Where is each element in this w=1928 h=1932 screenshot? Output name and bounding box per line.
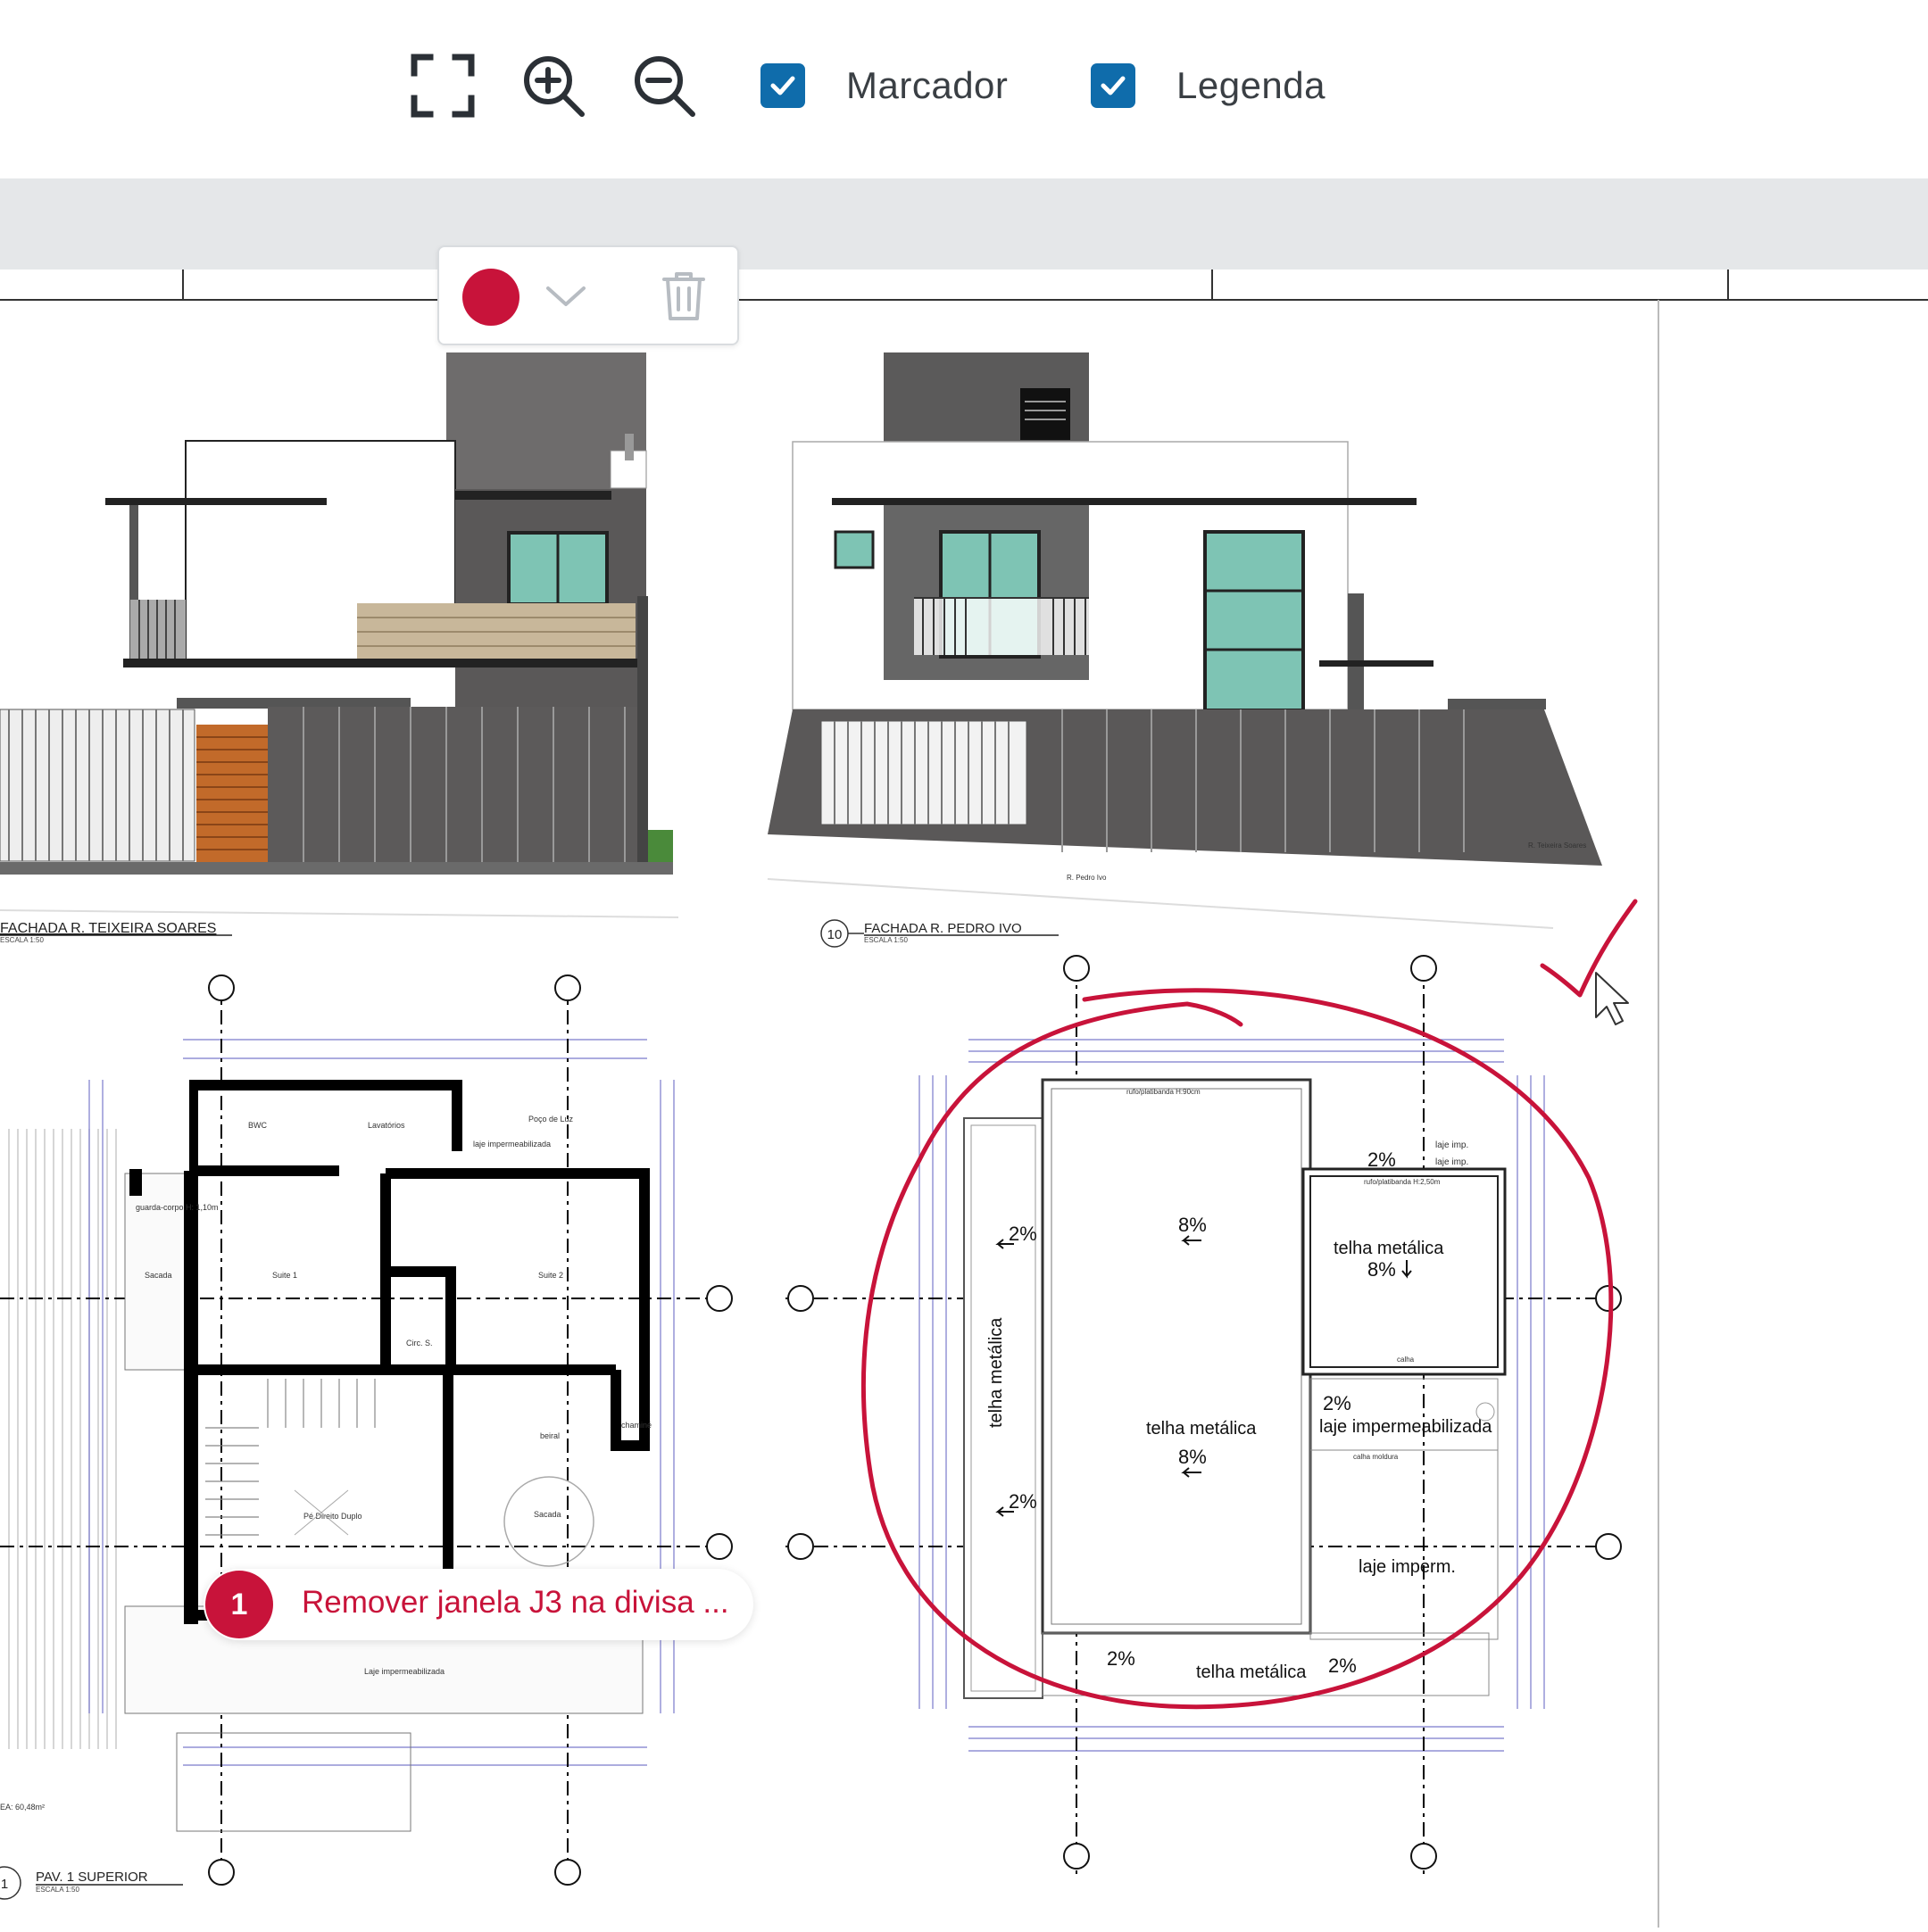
chevron-down-icon[interactable]	[539, 270, 593, 320]
room-label: BWC	[248, 1121, 267, 1130]
room-label: Circ. S.	[406, 1339, 433, 1347]
room-label: beiral	[540, 1431, 560, 1440]
annotation-marker[interactable]: 1 Remover janela J3 na divisa ...	[204, 1569, 753, 1640]
elevation-scale: ESCALA 1:50	[0, 936, 44, 944]
fullscreen-icon[interactable]	[409, 52, 477, 120]
marker-text: Remover janela J3 na divisa ...	[302, 1585, 729, 1620]
floor-plan: BWC Lavatórios Poço de Luz laje impermea…	[0, 974, 733, 1900]
marker-number-badge[interactable]: 1	[205, 1571, 273, 1638]
slope-label: 2%	[1107, 1647, 1135, 1670]
slope-label: 2%	[1323, 1392, 1351, 1414]
legenda-checkbox[interactable]: Legenda	[1091, 57, 1326, 114]
roof-label: laje imp.	[1435, 1140, 1468, 1150]
roof-label: telha metálica	[1334, 1239, 1444, 1258]
room-label: Suite 2	[538, 1271, 563, 1280]
roof-label: telha metálica	[1146, 1419, 1257, 1439]
slope-label: 8%	[1178, 1214, 1207, 1236]
room-label: chaminé	[621, 1421, 652, 1430]
roof-label: telha metálica	[986, 1317, 1006, 1428]
marcador-label: Marcador	[846, 64, 1009, 106]
room-label: laje impermeabilizada	[473, 1140, 551, 1148]
roof-note: rufo/platibanda H:2,50m	[1364, 1178, 1441, 1186]
marcador-checkbox[interactable]: Marcador	[760, 57, 1008, 114]
slope-label: 2%	[1009, 1490, 1037, 1513]
street-label: R. Pedro Ivo	[1067, 874, 1107, 882]
viewer-toolbar: Marcador Legenda	[0, 0, 1928, 178]
slope-label: 2%	[1328, 1654, 1357, 1677]
elevation-pedro-ivo: R. Pedro Ivo R. Teixeira Soares 10 FACHA…	[767, 352, 1602, 948]
room-label: Laje impermeabilizada	[364, 1667, 445, 1676]
roof-label: telha metálica	[1196, 1663, 1307, 1682]
zoom-in-icon[interactable]	[519, 52, 587, 120]
color-swatch[interactable]	[462, 269, 519, 326]
room-label: Pé Direito Duplo	[303, 1512, 362, 1521]
room-label: Lavatórios	[368, 1121, 405, 1130]
drawing-canvas[interactable]: FACHADA R. TEIXEIRA SOARES ESCALA 1:50 R…	[0, 269, 1928, 1928]
trash-icon[interactable]	[657, 267, 711, 324]
plan-scale: ESCALA 1:50	[36, 1886, 79, 1894]
checkbox-checked-icon[interactable]	[760, 63, 805, 108]
cursor-arrow-icon	[1595, 972, 1629, 1025]
room-label: guarda-corpo H: 1,10m	[136, 1203, 219, 1212]
roof-note: rufo/platibanda H:90cm	[1126, 1088, 1201, 1096]
roof-note: calha moldura	[1353, 1453, 1399, 1461]
slope-label: 2%	[1367, 1148, 1396, 1171]
area-label: EA: 60,48m²	[0, 1803, 45, 1812]
roof-note: calha	[1397, 1356, 1415, 1364]
red-checkmark-annotation[interactable]	[1540, 899, 1638, 998]
plan-number: 1	[1, 1877, 8, 1892]
elevation-title: FACHADA R. TEIXEIRA SOARES	[0, 921, 216, 936]
room-label: Suite 1	[272, 1271, 297, 1280]
roof-plan: 2% 2% 8% 8% 8% 2% 2% 2% 2% telha metálic…	[785, 955, 1622, 1874]
slope-label: 8%	[1367, 1258, 1396, 1281]
elevation-teixeira-soares: FACHADA R. TEIXEIRA SOARES ESCALA 1:50	[0, 352, 679, 944]
elevation-number: 10	[827, 927, 843, 942]
slope-label: 8%	[1178, 1446, 1207, 1468]
checkbox-checked-icon[interactable]	[1091, 63, 1135, 108]
roof-label: laje imp.	[1435, 1157, 1468, 1167]
annotation-color-popup	[437, 245, 739, 345]
room-label: Sacada	[145, 1271, 172, 1280]
elevation-scale: ESCALA 1:50	[864, 936, 908, 944]
viewer-header-band	[0, 178, 1928, 269]
elevation-title: FACHADA R. PEDRO IVO	[864, 921, 1022, 936]
slope-label: 2%	[1009, 1223, 1037, 1245]
roof-label: laje impermeabilizada	[1319, 1417, 1492, 1437]
legenda-label: Legenda	[1176, 64, 1326, 106]
street-label: R. Teixeira Soares	[1528, 842, 1586, 850]
room-label: Sacada	[534, 1510, 561, 1519]
zoom-out-icon[interactable]	[630, 52, 698, 120]
plan-title: PAV. 1 SUPERIOR	[36, 1870, 148, 1885]
roof-label: laje imperm.	[1359, 1557, 1456, 1577]
room-label: Poço de Luz	[528, 1115, 574, 1124]
